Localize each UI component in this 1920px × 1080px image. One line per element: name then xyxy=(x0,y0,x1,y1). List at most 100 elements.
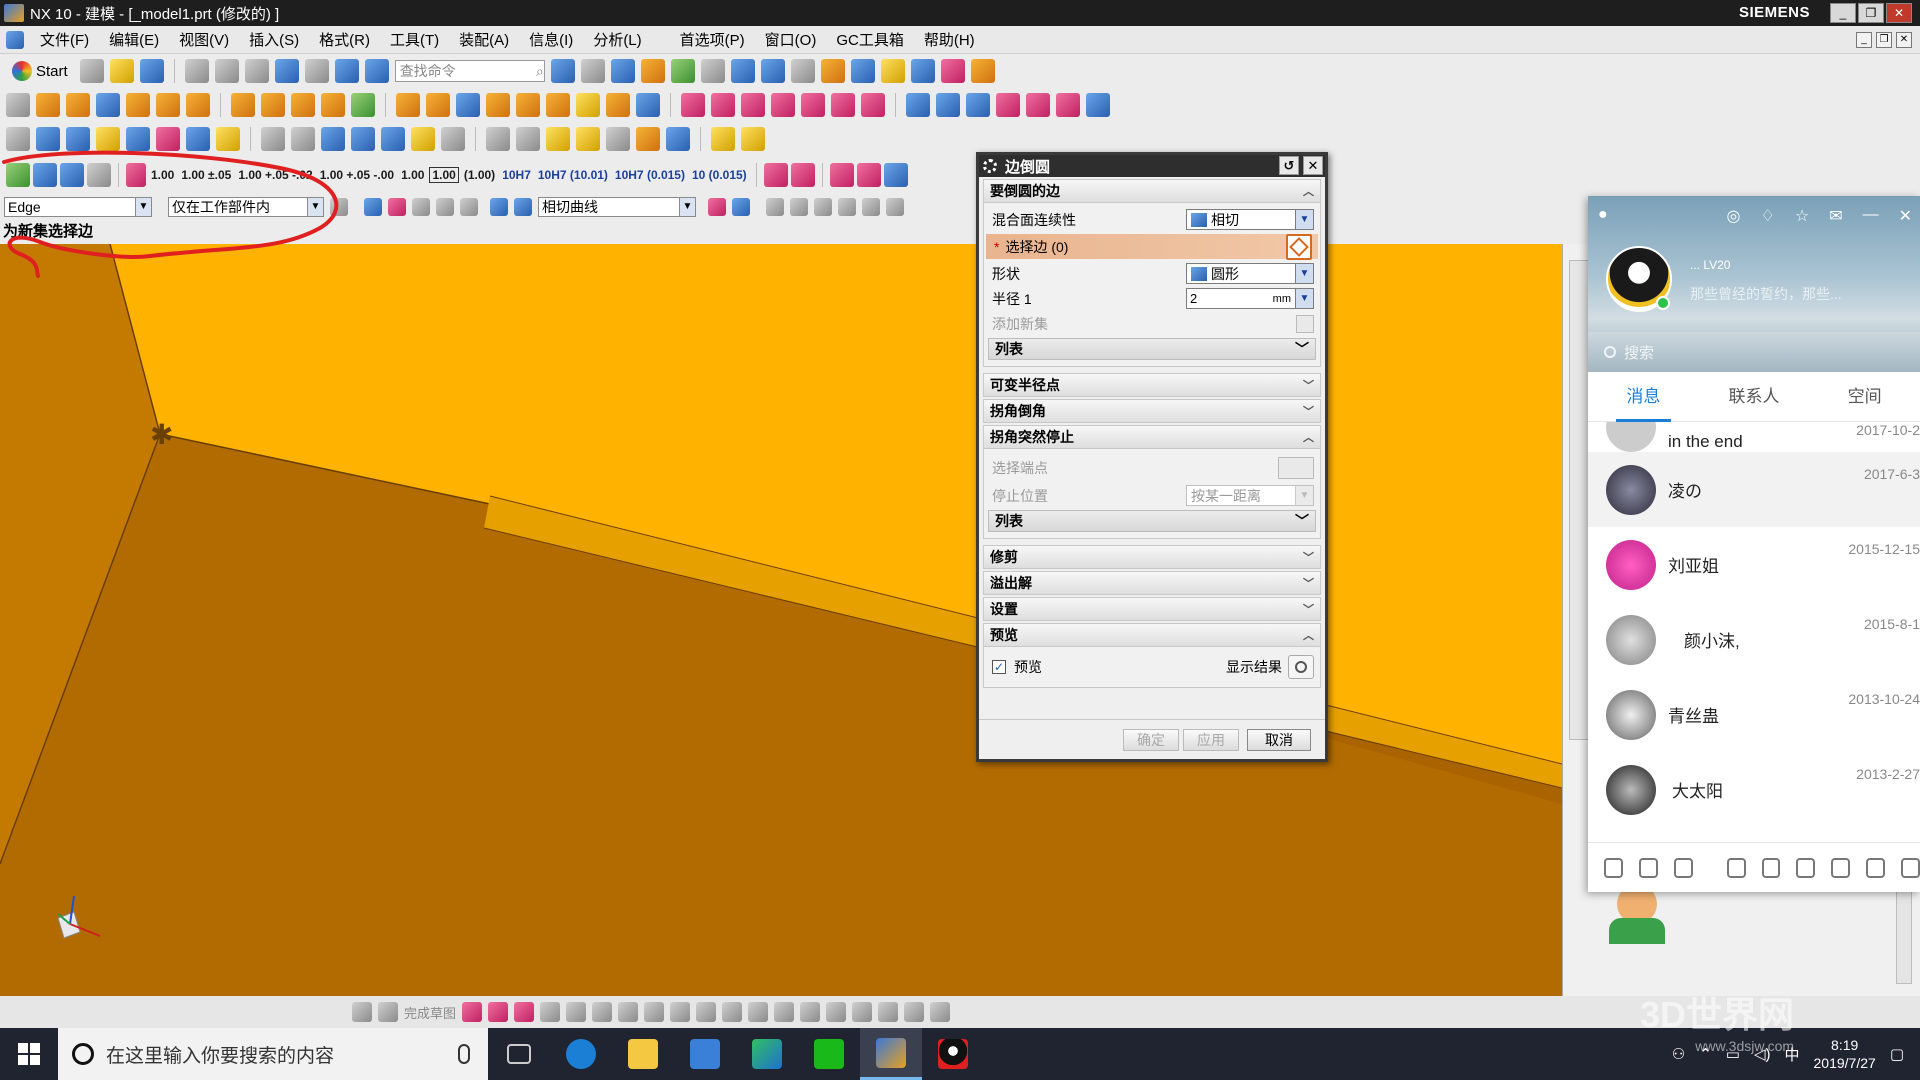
section-variable-header[interactable]: 可变半径点 ﹀ xyxy=(983,373,1321,397)
menu-tools[interactable]: 工具(T) xyxy=(380,29,449,50)
restore-button[interactable]: ❐ xyxy=(1858,3,1884,23)
snap-end-icon[interactable] xyxy=(766,198,784,216)
section-trim-header[interactable]: 修剪 ﹀ xyxy=(983,545,1321,569)
ok-button[interactable]: 确定 xyxy=(1123,728,1179,751)
wave-link-icon[interactable] xyxy=(96,127,120,151)
text-curve-icon[interactable] xyxy=(411,127,435,151)
thicken-icon[interactable] xyxy=(606,93,630,117)
section-settings-header[interactable]: 设置 ﹀ xyxy=(983,597,1321,621)
select-edge-row[interactable]: * 选择边 (0) xyxy=(986,233,1318,260)
taskbar-edge[interactable] xyxy=(550,1028,612,1080)
qq-grid-icon[interactable] xyxy=(1901,857,1920,878)
qq-add-friend-icon[interactable] xyxy=(1638,857,1658,878)
doc-minimize-button[interactable]: _ xyxy=(1856,32,1872,48)
dim-unilateral[interactable]: 1.00 xyxy=(399,168,426,182)
wcs-icon[interactable] xyxy=(730,59,755,83)
menu-file[interactable]: 文件(F) xyxy=(30,29,99,50)
sketch-line-icon[interactable] xyxy=(488,1002,509,1022)
line-icon[interactable] xyxy=(261,127,285,151)
list-item[interactable]: 刘亚姐 2015-12-15 xyxy=(1588,527,1920,602)
new-file-icon[interactable] xyxy=(79,59,104,83)
select-all-icon[interactable] xyxy=(412,198,430,216)
hole-icon[interactable] xyxy=(96,93,120,117)
list-item[interactable]: in the end 2017-10-2 xyxy=(1588,422,1920,452)
snap-mid-icon[interactable] xyxy=(790,198,808,216)
qq-minimize-icon[interactable]: — xyxy=(1863,206,1879,226)
fit-10h7[interactable]: 10H7 xyxy=(500,168,533,182)
arrow-return-icon[interactable] xyxy=(883,163,908,187)
chevron-down-icon[interactable]: ▼ xyxy=(1295,289,1313,308)
sketch-rectangle-icon[interactable] xyxy=(618,1002,639,1022)
datum-csys-icon[interactable] xyxy=(66,127,90,151)
notification-icon[interactable]: ▢ xyxy=(1890,1045,1904,1063)
sync-offset-region-icon[interactable] xyxy=(741,93,765,117)
tab-space[interactable]: 空间 xyxy=(1809,372,1920,422)
dialog-close-button[interactable]: ✕ xyxy=(1303,156,1323,175)
dim-basic[interactable]: 1.00 xyxy=(429,167,459,183)
stop-at-intersection-icon[interactable] xyxy=(708,198,726,216)
sketch-constraint-icon[interactable] xyxy=(878,1002,899,1022)
qq-signature[interactable]: 那些曾经的誓约，那些... xyxy=(1690,284,1842,304)
menu-format[interactable]: 格式(R) xyxy=(309,29,380,50)
sketch-pattern-icon[interactable] xyxy=(852,1002,873,1022)
reset-icon[interactable]: ↺ xyxy=(1279,156,1299,175)
show-result-magnifier-icon[interactable] xyxy=(1288,655,1314,679)
constraint-icon[interactable] xyxy=(186,127,210,151)
sketch-mirror-icon[interactable] xyxy=(826,1002,847,1022)
dim-reference[interactable]: (1.00) xyxy=(462,168,497,182)
unite-icon[interactable] xyxy=(231,93,255,117)
measure-icon[interactable] xyxy=(850,59,875,83)
menu-edit[interactable]: 编辑(E) xyxy=(99,29,169,50)
doc-restore-button[interactable]: ❐ xyxy=(1876,32,1892,48)
open-file-icon[interactable] xyxy=(109,59,134,83)
tab-contacts[interactable]: 联系人 xyxy=(1699,372,1810,422)
sketch-offset-icon[interactable] xyxy=(800,1002,821,1022)
snap-control-icon[interactable] xyxy=(814,198,832,216)
snap-intersection-icon[interactable] xyxy=(838,198,856,216)
microphone-icon[interactable] xyxy=(458,1044,470,1064)
section-view-icon[interactable] xyxy=(790,59,815,83)
chamfer-icon[interactable] xyxy=(426,93,450,117)
start-menu-button[interactable]: Start xyxy=(6,61,74,81)
taskbar-search-box[interactable]: 在这里输入你要搜索的内容 xyxy=(58,1028,488,1080)
sketch-icon[interactable] xyxy=(6,93,30,117)
menu-assembly[interactable]: 装配(A) xyxy=(449,29,519,50)
component-icon[interactable] xyxy=(156,127,180,151)
angle-measure-icon[interactable] xyxy=(790,163,815,187)
menu-insert[interactable]: 插入(S) xyxy=(239,29,309,50)
menu-window[interactable]: 窗口(O) xyxy=(755,29,827,50)
orient-view-icon[interactable] xyxy=(670,59,695,83)
copy-icon[interactable] xyxy=(214,59,239,83)
section-stop-header[interactable]: 拐角突然停止 ︿ xyxy=(983,425,1321,449)
sketch-dimension-icon[interactable] xyxy=(904,1002,925,1022)
qq-music-icon[interactable] xyxy=(1866,857,1886,878)
gc-icon-2[interactable] xyxy=(741,127,765,151)
shaded-view-icon[interactable] xyxy=(610,59,635,83)
surface-through-curves-icon[interactable] xyxy=(906,93,930,117)
bridge-curve-icon[interactable] xyxy=(441,127,465,151)
tab-messages[interactable]: 消息 xyxy=(1588,372,1699,422)
filter-icon[interactable] xyxy=(388,198,406,216)
symbol-icon[interactable] xyxy=(576,127,600,151)
note-icon[interactable] xyxy=(546,127,570,151)
undo-icon[interactable] xyxy=(274,59,299,83)
split-body-icon[interactable] xyxy=(546,93,570,117)
online-status-icon[interactable] xyxy=(1656,296,1670,310)
mirror-icon[interactable] xyxy=(351,93,375,117)
analysis-icon[interactable] xyxy=(880,59,905,83)
sketch-chamfer-icon[interactable] xyxy=(592,1002,613,1022)
preview-checkbox[interactable]: ✓ xyxy=(992,660,1006,674)
sync-move-face-icon[interactable] xyxy=(681,93,705,117)
qq-video-icon[interactable] xyxy=(1831,857,1851,878)
sketch-polygon-icon[interactable] xyxy=(696,1002,717,1022)
qq-apps-icon[interactable] xyxy=(1673,857,1693,878)
list-expander[interactable]: 列表 ﹀ xyxy=(988,338,1316,360)
pmi-icon[interactable] xyxy=(636,127,660,151)
assembly-icon[interactable] xyxy=(126,127,150,151)
qq-star-icon[interactable]: ☆ xyxy=(1795,206,1809,226)
model-history-icon[interactable] xyxy=(334,59,359,83)
patch-icon[interactable] xyxy=(1056,93,1080,117)
curve-rule-dropdown[interactable]: 相切曲线 ▼ xyxy=(538,197,696,217)
section-overflow-header[interactable]: 溢出解 ﹀ xyxy=(983,571,1321,595)
sync-copy-face-icon[interactable] xyxy=(861,93,885,117)
